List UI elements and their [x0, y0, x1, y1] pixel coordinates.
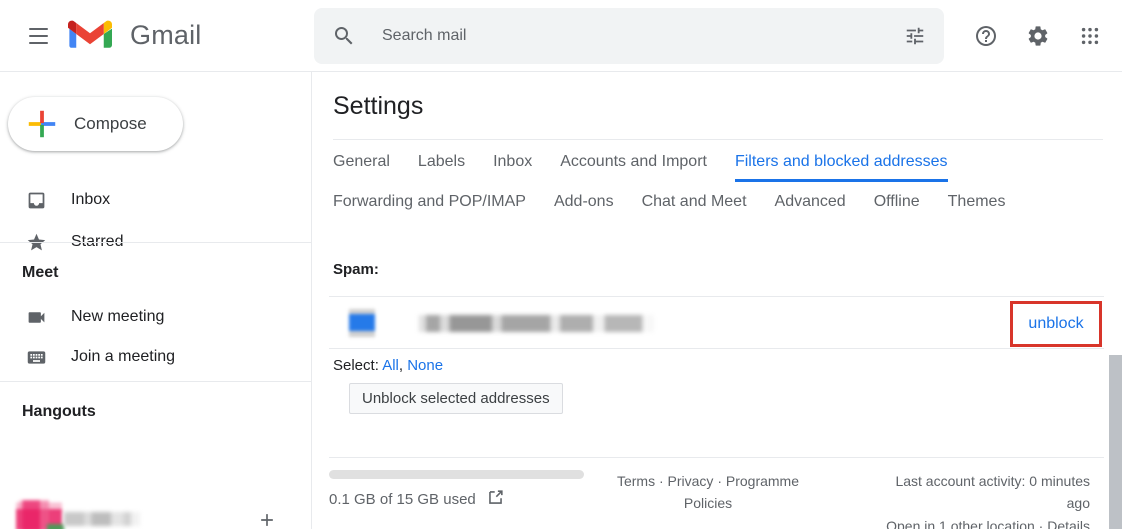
select-prefix-label: Select:	[333, 357, 379, 374]
footer-links: Terms · Privacy · Programme Policies	[598, 470, 818, 515]
sidebar-divider-hangouts	[0, 381, 311, 382]
open-in-new-icon[interactable]	[486, 488, 505, 511]
storage-usage-label: 0.1 GB of 15 GB used	[329, 491, 476, 508]
page-title: Settings	[333, 92, 424, 120]
main-scrollbar-thumb[interactable]	[1109, 355, 1122, 529]
top-app-bar: Gmail	[0, 0, 1122, 72]
sidebar-item-new-meeting-label: New meeting	[71, 308, 165, 325]
select-none-link[interactable]: None	[407, 357, 443, 374]
row-checkbox[interactable]	[349, 309, 375, 337]
tab-advanced[interactable]: Advanced	[775, 185, 846, 217]
unblock-highlight-box: unblock	[1010, 301, 1102, 347]
hamburger-icon[interactable]	[22, 20, 54, 52]
account-activity-details-link[interactable]: Open in 1 other location · Details	[850, 515, 1090, 529]
keyboard-icon	[25, 346, 47, 368]
account-activity: Last account activity: 0 minutes ago Ope…	[850, 470, 1090, 529]
tab-filters-and-blocked-addresses[interactable]: Filters and blocked addresses	[734, 145, 948, 182]
settings-tabs-row-1: General Labels Inbox Accounts and Import…	[333, 145, 1108, 182]
storage-section: 0.1 GB of 15 GB used	[329, 470, 589, 511]
sidebar-item-inbox[interactable]: Inbox	[0, 183, 290, 217]
storage-usage-text-row: 0.1 GB of 15 GB used	[329, 488, 589, 511]
blocked-address-text	[419, 315, 654, 332]
select-all-link[interactable]: All	[382, 357, 399, 374]
sidebar-item-join-meeting-label: Join a meeting	[71, 348, 176, 365]
tab-accounts-and-import[interactable]: Accounts and Import	[560, 145, 707, 182]
footer-links-line-2[interactable]: Policies	[598, 492, 818, 514]
table-row: unblock	[329, 296, 1104, 349]
footer-divider	[329, 457, 1104, 458]
tune-icon[interactable]	[892, 13, 938, 59]
gmail-settings-page: Gmail Search mail Compose Inbox Starred …	[0, 0, 1122, 529]
tabs-divider	[333, 139, 1103, 140]
tab-labels[interactable]: Labels	[418, 145, 465, 182]
account-activity-line-2: ago	[1066, 495, 1090, 512]
account-activity-line-1: Last account activity: 0 minutes	[895, 473, 1090, 489]
settings-tabs: General Labels Inbox Accounts and Import…	[333, 145, 1108, 217]
search-icon	[332, 24, 356, 48]
settings-tabs-row-2: Forwarding and POP/IMAP Add-ons Chat and…	[333, 185, 1108, 217]
select-separator: ,	[398, 357, 404, 374]
spam-section-label: Spam:	[333, 261, 379, 278]
sidebar-item-inbox-label: Inbox	[71, 191, 111, 208]
avatar-status-badge	[47, 524, 64, 529]
hangouts-section-title: Hangouts	[22, 403, 96, 420]
tab-add-ons[interactable]: Add-ons	[554, 185, 614, 217]
tab-chat-and-meet[interactable]: Chat and Meet	[642, 185, 747, 217]
search-bar[interactable]	[314, 8, 944, 64]
search-input[interactable]	[382, 27, 892, 45]
tab-forwarding-and-pop-imap[interactable]: Forwarding and POP/IMAP	[333, 185, 526, 217]
top-bar-actions	[964, 14, 1112, 58]
compose-plus-icon	[25, 107, 59, 141]
select-controls: Select: All, None	[333, 357, 443, 374]
blocked-addresses-list: unblock	[329, 296, 1104, 349]
tab-inbox[interactable]: Inbox	[493, 145, 532, 182]
sidebar-item-join-meeting[interactable]: Join a meeting	[0, 340, 290, 374]
sidebar-item-new-meeting[interactable]: New meeting	[0, 300, 290, 334]
meet-section-title: Meet	[22, 264, 59, 281]
settings-main: Settings General Labels Inbox Accounts a…	[313, 72, 1122, 529]
gmail-wordmark: Gmail	[130, 20, 202, 50]
gmail-logo-icon	[68, 17, 112, 51]
footer-links-line-1[interactable]: Terms · Privacy · Programme	[598, 470, 818, 492]
apps-grid-icon[interactable]	[1068, 14, 1112, 58]
tab-general[interactable]: General	[333, 145, 390, 182]
compose-label: Compose	[74, 114, 147, 133]
unblock-selected-addresses-button[interactable]: Unblock selected addresses	[349, 383, 563, 414]
storage-progress-bar	[329, 470, 584, 479]
sidebar: Compose Inbox Starred Meet New meeting J…	[0, 72, 312, 529]
tab-themes[interactable]: Themes	[948, 185, 1006, 217]
compose-button[interactable]: Compose	[8, 97, 183, 151]
sidebar-divider-top	[0, 242, 311, 243]
tab-offline[interactable]: Offline	[874, 185, 920, 217]
inbox-icon	[25, 189, 47, 211]
gear-icon[interactable]	[1016, 14, 1060, 58]
plus-icon[interactable]	[257, 510, 277, 529]
help-icon[interactable]	[964, 14, 1008, 58]
hangouts-account-name	[64, 512, 140, 526]
video-camera-icon	[25, 306, 47, 328]
unblock-link[interactable]: unblock	[1028, 315, 1083, 333]
